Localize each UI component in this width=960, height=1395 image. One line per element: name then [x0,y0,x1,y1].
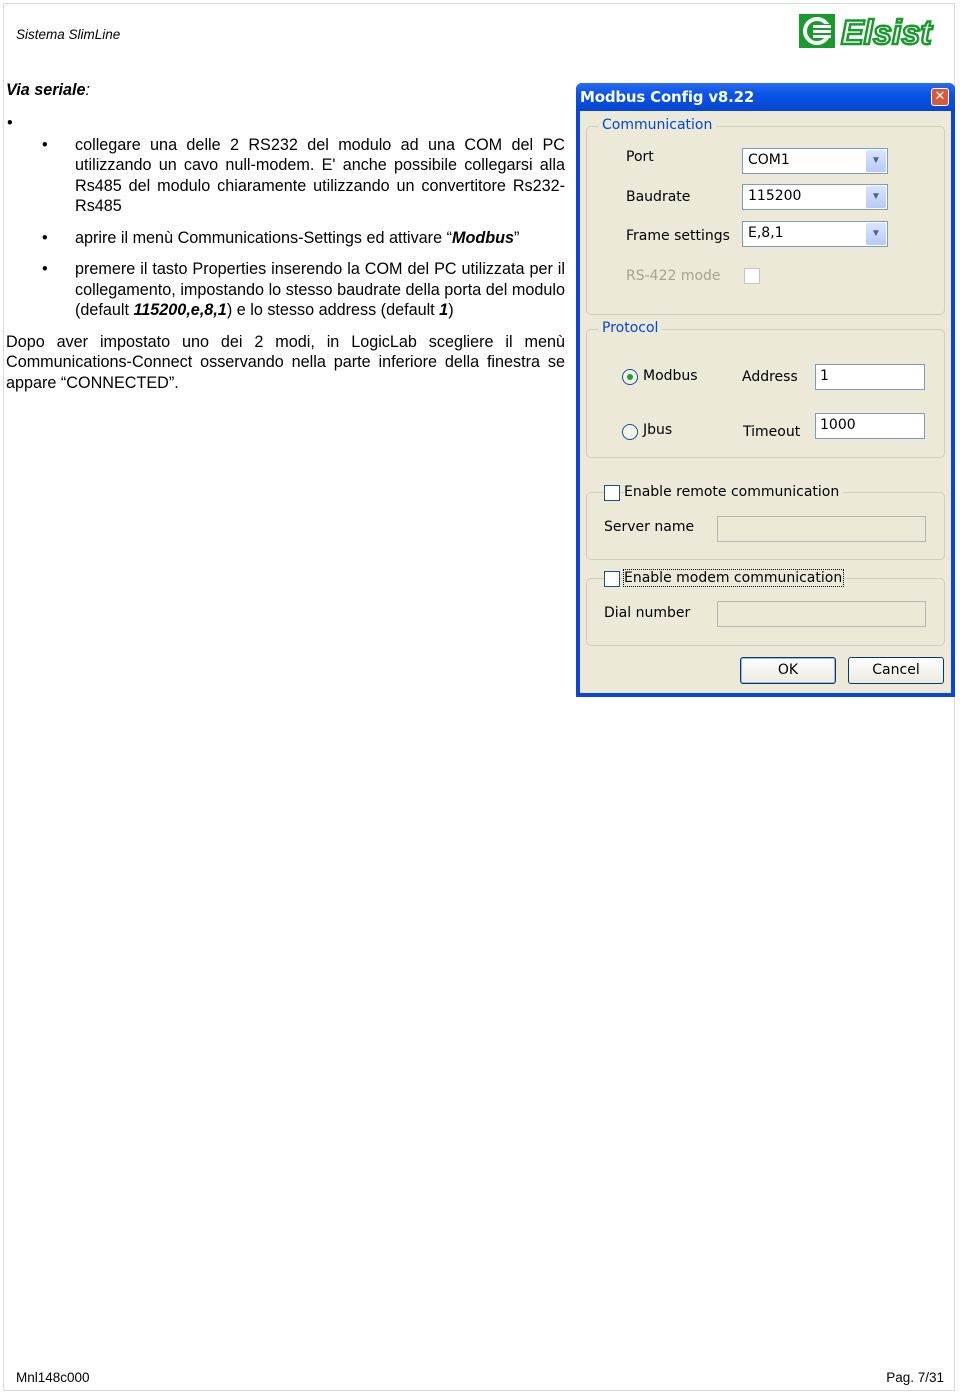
list-item: • aprire il menù Communications-Settings… [42,228,520,247]
instruction-list: • collegare una delle 2 RS232 del modulo… [6,135,565,321]
bullet-icon: • [42,135,48,154]
dialog-client: Communication Port COM1 ▼ Baudrate 11520… [580,111,951,693]
ok-button[interactable]: OK [740,657,836,684]
modbus-config-dialog: Modbus Config v8.22 ✕ Communication Port… [576,83,955,697]
header-title: Sistema SlimLine [16,27,121,42]
modbus-radio-label[interactable]: Modbus [643,368,698,384]
enable-remote-checkbox[interactable] [604,485,620,501]
jbus-radio[interactable] [622,424,638,440]
timeout-label: Timeout [743,424,801,440]
dialog-titlebar[interactable]: Modbus Config v8.22 ✕ [576,83,955,111]
dial-number-input[interactable] [717,601,926,627]
bullet-icon: • [42,260,48,278]
baudrate-label: Baudrate [626,189,691,205]
modbus-radio[interactable] [622,369,638,385]
server-name-label: Server name [604,519,695,535]
cancel-button[interactable]: Cancel [848,657,944,684]
frame-settings-label: Frame settings [626,228,730,244]
list-item: • collegare una delle 2 RS232 del modulo… [42,135,565,216]
close-button[interactable]: ✕ [931,88,949,106]
bullet-icon: • [42,228,48,247]
server-name-input[interactable] [717,516,926,542]
rs422-mode-checkbox[interactable] [744,268,760,284]
address-input[interactable]: 1 [815,364,925,390]
footer-doc-code: Mnl148c000 [16,1370,90,1385]
logo-text: Elsist [841,14,933,52]
baudrate-select[interactable]: 115200 ▼ [742,184,888,210]
chevron-down-icon[interactable]: ▼ [866,186,886,208]
rs422-mode-label: RS-422 mode [626,268,721,284]
frame-settings-select[interactable]: E,8,1 ▼ [742,221,888,247]
dialog-title: Modbus Config v8.22 [580,88,755,106]
document-body: Via seriale: • • collegare una delle 2 R… [6,80,565,393]
communication-legend: Communication [598,117,717,133]
timeout-input[interactable]: 1000 [815,413,925,439]
elsist-logo: Elsist [799,13,935,52]
jbus-radio-label[interactable]: Jbus [643,422,672,438]
enable-modem-label[interactable]: Enable modem communication [622,569,845,587]
port-label: Port [626,149,654,165]
footer-page-number: Pag. 7/31 [886,1370,944,1385]
list-item: • premere il tasto Properties inserendo … [42,260,565,319]
chevron-down-icon[interactable]: ▼ [866,223,886,245]
closing-paragraph: Dopo aver impostato uno dei 2 modi, in L… [6,332,565,392]
enable-remote-label[interactable]: Enable remote communication [624,484,844,500]
enable-modem-checkbox[interactable] [604,571,620,587]
section-title: Via seriale: [6,81,90,99]
radio-selected-dot [627,374,633,380]
address-label: Address [742,369,798,385]
protocol-legend: Protocol [598,320,663,336]
port-select[interactable]: COM1 ▼ [742,148,888,174]
dial-number-label: Dial number [604,605,691,621]
close-icon: ✕ [934,89,946,104]
empty-bullet: • [7,113,13,132]
chevron-down-icon[interactable]: ▼ [866,150,886,172]
